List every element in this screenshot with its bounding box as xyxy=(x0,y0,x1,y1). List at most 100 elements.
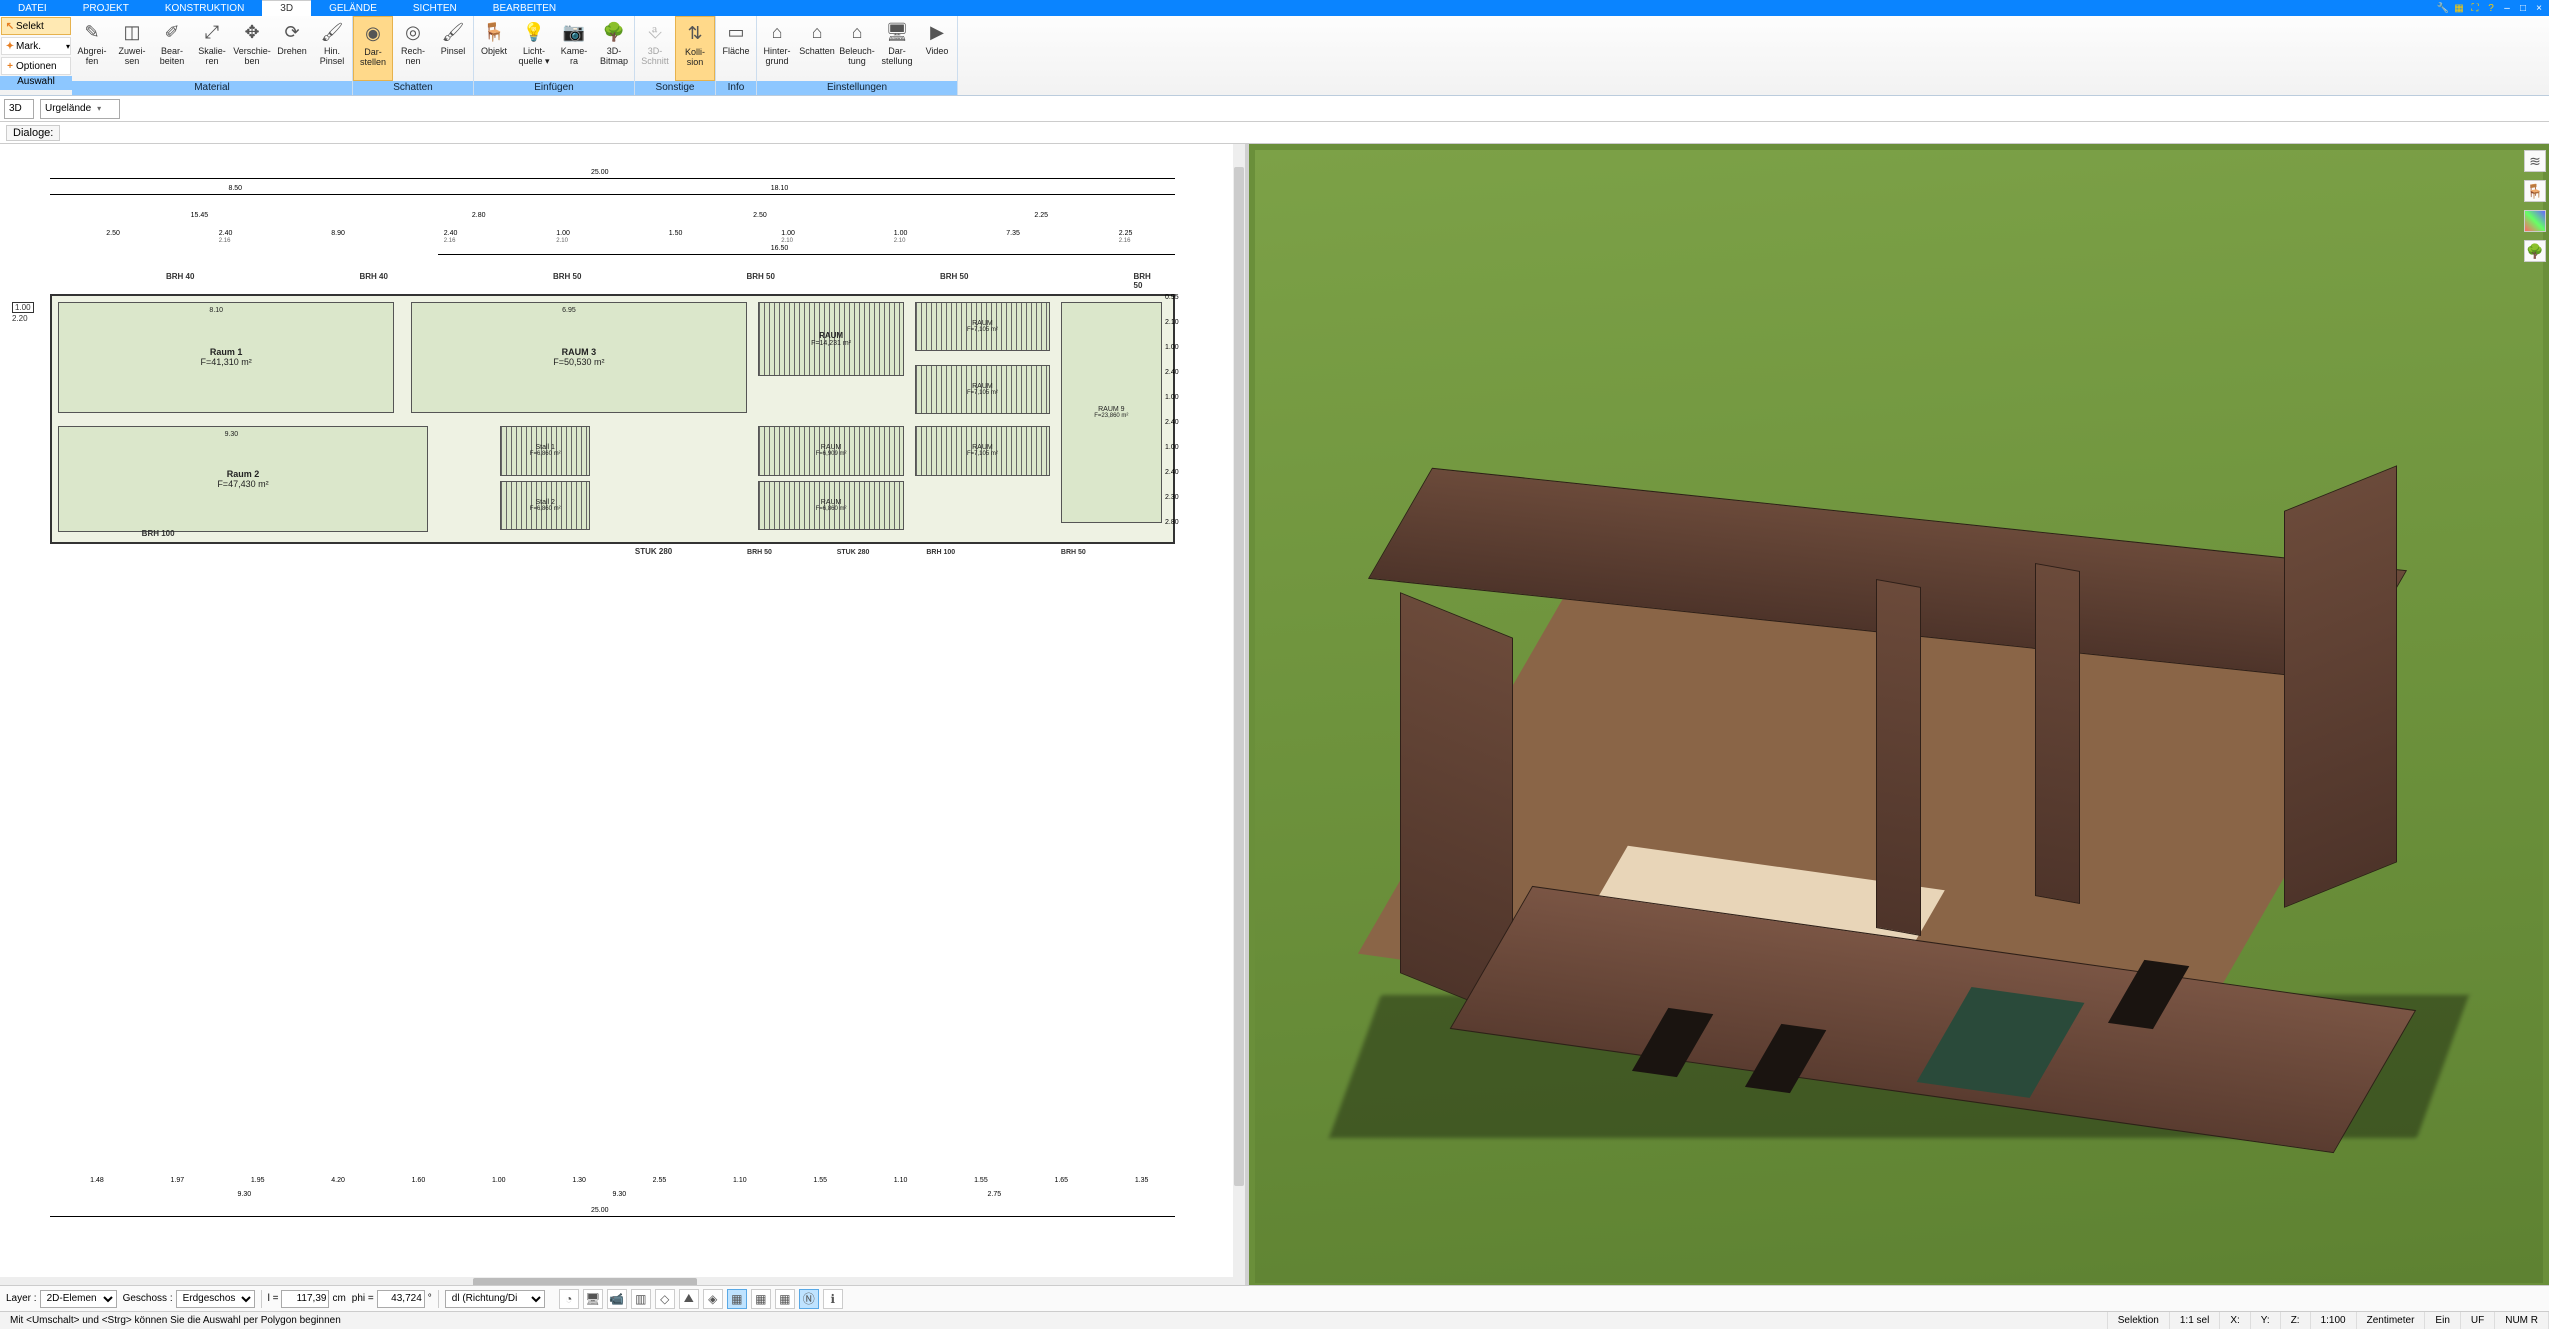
fullscreen-icon[interactable]: ⛶ xyxy=(2469,2,2481,14)
darstellung-button[interactable]: 🖥Dar- stellung xyxy=(877,16,917,81)
bearbeiten-button[interactable]: ✐Bear- beiten xyxy=(152,16,192,81)
dim-value: 2.50 xyxy=(753,212,767,219)
bottom-tool-4[interactable]: ◇ xyxy=(655,1289,675,1309)
ribbon-group-material: ✎Abgrei- fen◫Zuwei- sen✐Bear- beiten⤢Ska… xyxy=(72,16,353,95)
maximize-icon[interactable]: □ xyxy=(2517,2,2529,14)
geschoss-select[interactable]: Erdgeschos xyxy=(176,1290,255,1308)
kamera-button[interactable]: 📷Kame- ra xyxy=(554,16,594,81)
bottom-tool-7[interactable]: ▦ xyxy=(727,1289,747,1309)
bottom-tool-5[interactable]: ⛰ xyxy=(679,1289,699,1309)
rechnen-label: Rech- nen xyxy=(401,46,425,66)
3dbitmap-button[interactable]: 🌳3D- Bitmap xyxy=(594,16,634,81)
bottom-tool-8[interactable]: ▦ xyxy=(751,1289,771,1309)
menu-bearbeiten[interactable]: BEARBEITEN xyxy=(475,0,574,16)
video-button[interactable]: ▶Video xyxy=(917,16,957,81)
room-1[interactable]: Raum 1F=41,310 m² 8.10 xyxy=(58,302,394,413)
3d-scene[interactable] xyxy=(1255,150,2543,1283)
objekt-button[interactable]: 🪑Objekt xyxy=(474,16,514,81)
lichtquelle-label: Licht- quelle ▾ xyxy=(518,46,549,66)
dim-overall-top: 25.00 xyxy=(590,169,610,176)
view-mode-dropdown[interactable]: 3D xyxy=(4,99,34,119)
mode-select[interactable]: dl (Richtung/Di xyxy=(445,1290,545,1308)
vertical-scrollbar[interactable] xyxy=(1233,144,1245,1277)
dim-value: 7.35 xyxy=(1006,230,1020,237)
room-6[interactable]: RAUMF=6,909 m² xyxy=(758,426,904,475)
menu-konstruktion[interactable]: KONSTRUKTION xyxy=(147,0,262,16)
room-3[interactable]: RAUM 3F=50,530 m² 6.95 xyxy=(411,302,747,413)
darstellen-button[interactable]: ◉Dar- stellen xyxy=(353,16,393,81)
mark-button[interactable]: ✦Mark.▾ xyxy=(1,37,71,55)
ribbon: ↖Selekt ✦Mark.▾ +Optionen Auswahl ✎Abgre… xyxy=(0,16,2549,96)
kollision-button[interactable]: ⇅Kolli- sion xyxy=(675,16,715,81)
room-2[interactable]: Raum 2F=47,430 m² 9.30 xyxy=(58,426,428,532)
lichtquelle-button[interactable]: 💡Licht- quelle ▾ xyxy=(514,16,554,81)
menu-sichten[interactable]: SICHTEN xyxy=(395,0,475,16)
bottom-tool-1[interactable]: 🖥 xyxy=(583,1289,603,1309)
vtool-layers[interactable]: ≋ xyxy=(2524,150,2546,172)
drehen-icon: ⟳ xyxy=(280,20,304,44)
help-icon[interactable]: ? xyxy=(2485,2,2497,14)
menu-3d[interactable]: 3D xyxy=(262,0,311,16)
hintergrund-icon: ⌂ xyxy=(765,20,789,44)
vtool-plants[interactable]: 🌳 xyxy=(2524,240,2546,262)
length-input[interactable] xyxy=(281,1290,329,1308)
zuweisen-button[interactable]: ◫Zuwei- sen xyxy=(112,16,152,81)
bottom-tool-0[interactable]: ◔ xyxy=(559,1289,579,1309)
phi-input[interactable] xyxy=(377,1290,425,1308)
geschoss-label: Geschoss : xyxy=(123,1293,173,1304)
status-z: Z: xyxy=(2281,1312,2311,1329)
tool-icon[interactable]: 🔧 xyxy=(2437,2,2449,14)
layers-icon[interactable]: ▦ xyxy=(2453,2,2465,14)
bottom-tool-9[interactable]: ▦ xyxy=(775,1289,795,1309)
dim-value: 2.40 xyxy=(219,230,233,237)
beleuchtung-label: Beleuch- tung xyxy=(839,46,875,66)
stall-2[interactable]: Stall 2F=6,860 m² xyxy=(500,481,590,530)
room-10[interactable]: RAUMF=7,105 m² xyxy=(915,426,1050,475)
stall-1[interactable]: Stall 1F=6,860 m² xyxy=(500,426,590,475)
dim-value: 1.55 xyxy=(974,1177,988,1184)
rechnen-button[interactable]: ◎Rech- nen xyxy=(393,16,433,81)
menu-datei[interactable]: DATEI xyxy=(0,0,65,16)
layer-label: Layer : xyxy=(6,1293,37,1304)
menu-projekt[interactable]: PROJEKT xyxy=(65,0,147,16)
pinsel-button[interactable]: 🖌Pinsel xyxy=(433,16,473,81)
room-9[interactable]: RAUMF=7,105 m² xyxy=(915,365,1050,414)
dim-right: 2.10 xyxy=(1165,319,1179,326)
dim-value: 2.55 xyxy=(653,1177,667,1184)
hinpinsel-icon: 🖌 xyxy=(320,20,344,44)
status-ein: Ein xyxy=(2425,1312,2460,1329)
beleuchtung-button[interactable]: ⌂Beleuch- tung xyxy=(837,16,877,81)
hintergrund-button[interactable]: ⌂Hinter- grund xyxy=(757,16,797,81)
room-11[interactable]: RAUM 9F=23,860 m² xyxy=(1061,302,1162,523)
minimize-icon[interactable]: – xyxy=(2501,2,2513,14)
room-8[interactable]: RAUMF=7,105 m² xyxy=(915,302,1050,351)
brh-b2: BRH 100 xyxy=(926,549,955,556)
status-sel: 1:1 sel xyxy=(2170,1312,2220,1329)
vtool-furniture[interactable]: 🪑 xyxy=(2524,180,2546,202)
room-7[interactable]: RAUMF=6,860 m² xyxy=(758,481,904,530)
drehen-button[interactable]: ⟳Drehen xyxy=(272,16,312,81)
layer-select[interactable]: 2D-Elemen xyxy=(40,1290,117,1308)
bottom-tool-6[interactable]: ◈ xyxy=(703,1289,723,1309)
vtool-materials[interactable]: ▦ xyxy=(2524,210,2546,232)
flaeche-button[interactable]: ▭Fläche xyxy=(716,16,756,81)
stuk-1: STUK 280 xyxy=(837,549,870,556)
floorplan-pane[interactable]: 25.00 8.50 18.10 15.452.802.502.25 2.502… xyxy=(0,144,1249,1289)
bottom-tool-2[interactable]: 📹 xyxy=(607,1289,627,1309)
optionen-button[interactable]: +Optionen xyxy=(1,57,71,75)
bottom-tool-11[interactable]: ℹ xyxy=(823,1289,843,1309)
skalieren-button[interactable]: ⤢Skalie- ren xyxy=(192,16,232,81)
abgreifen-button[interactable]: ✎Abgrei- fen xyxy=(72,16,112,81)
3d-view-pane[interactable] xyxy=(1249,144,2549,1289)
hinpinsel-button[interactable]: 🖌Hin. Pinsel xyxy=(312,16,352,81)
bottom-tool-3[interactable]: ▥ xyxy=(631,1289,651,1309)
close-icon[interactable]: × xyxy=(2533,2,2545,14)
schatten-button[interactable]: ⌂Schatten xyxy=(797,16,837,81)
selekt-button[interactable]: ↖Selekt xyxy=(1,17,71,35)
menu-gelaende[interactable]: GELÄNDE xyxy=(311,0,395,16)
terrain-dropdown[interactable]: Urgelände▾ xyxy=(40,99,120,119)
dim-value: 2.25 xyxy=(1119,230,1133,237)
verschieben-button[interactable]: ✥Verschie- ben xyxy=(232,16,272,81)
bottom-tool-10[interactable]: Ⓝ xyxy=(799,1289,819,1309)
room-4[interactable]: RAUMF=14,231 m² xyxy=(758,302,904,376)
